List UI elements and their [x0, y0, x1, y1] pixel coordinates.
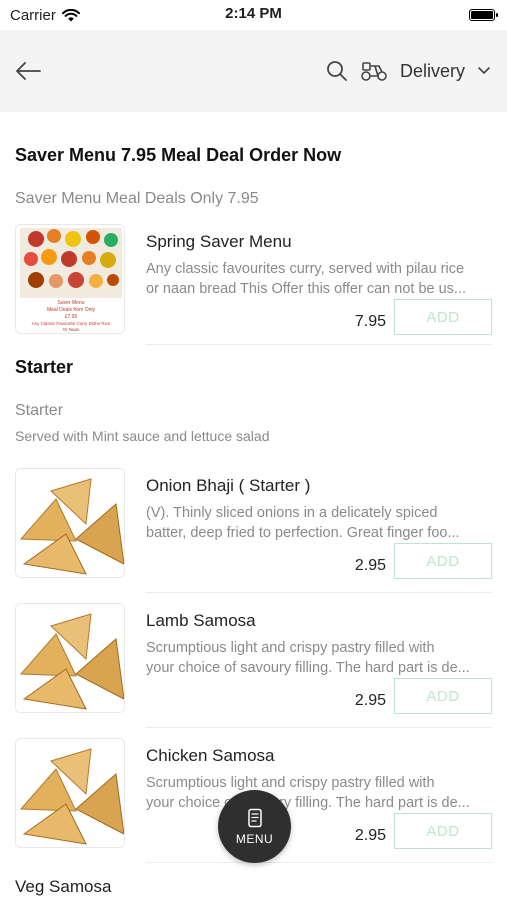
menu-item[interactable]: Saver Menu Meal Deals from Only £7.95 An… — [15, 224, 492, 344]
nav-right: Delivery — [326, 60, 491, 82]
saver-menu-image: Saver Menu Meal Deals from Only £7.95 An… — [16, 225, 124, 333]
add-button[interactable]: ADD — [394, 678, 492, 714]
item-name: Spring Saver Menu — [146, 232, 292, 251]
divider — [146, 344, 492, 345]
item-description: (V). Thinly sliced onions in a delicatel… — [146, 505, 460, 541]
samosa-image — [16, 469, 124, 577]
item-name: Chicken Samosa — [146, 746, 275, 765]
divider — [146, 592, 492, 593]
item-name: Veg Samosa — [15, 877, 112, 896]
carrier-label: Carrier — [10, 6, 56, 24]
chevron-down-icon[interactable] — [477, 66, 491, 76]
item-price: 2.95 — [354, 692, 386, 709]
scooter-icon — [361, 62, 387, 81]
item-image: Saver Menu Meal Deals from Only £7.95 An… — [15, 224, 125, 334]
section-title: Saver Menu 7.95 Meal Deal Order Now — [15, 145, 342, 165]
add-button[interactable]: ADD — [394, 543, 492, 579]
menu-content: Saver Menu 7.95 Meal Deal Order Now Save… — [0, 145, 507, 897]
divider — [146, 727, 492, 728]
section-title: Starter — [15, 357, 74, 377]
item-image — [15, 738, 125, 848]
wifi-icon — [61, 8, 80, 21]
item-image — [15, 468, 125, 578]
nav-bar: Delivery — [0, 30, 507, 112]
samosa-image — [16, 604, 124, 712]
item-name: Onion Bhaji ( Starter ) — [146, 476, 311, 495]
item-price: 2.95 — [354, 827, 386, 844]
add-button[interactable]: ADD — [394, 299, 492, 335]
image-text: £7.95 — [65, 314, 78, 320]
battery-icon — [469, 9, 498, 21]
item-description: Scrumptious light and crispy pastry fill… — [146, 640, 470, 676]
item-price: 2.95 — [354, 557, 386, 574]
status-bar: Carrier 2:14 PM — [0, 0, 507, 30]
menu-fab-button[interactable]: MENU — [218, 790, 291, 863]
delivery-mode-label[interactable]: Delivery — [400, 61, 465, 82]
section-description: Served with Mint sauce and lettuce salad — [15, 428, 270, 444]
menu-book-icon — [247, 808, 262, 827]
item-description: Scrumptious light and crispy pastry fill… — [146, 775, 470, 811]
menu-item[interactable]: Lamb Samosa Scrumptious light and crispy… — [15, 603, 492, 723]
image-text: Saver Menu — [58, 300, 85, 306]
status-left: Carrier — [10, 7, 80, 24]
search-icon[interactable] — [326, 60, 348, 82]
menu-fab-label: MENU — [235, 831, 274, 846]
add-button[interactable]: ADD — [394, 813, 492, 849]
section-subheading: Saver Menu Meal Deals Only 7.95 — [15, 190, 259, 207]
item-image — [15, 603, 125, 713]
image-text: Or Naan — [62, 327, 80, 332]
image-text: Meal Deals from Only — [47, 307, 96, 313]
menu-item[interactable]: Onion Bhaji ( Starter ) (V). Thinly slic… — [15, 468, 492, 588]
item-price: 7.95 — [354, 313, 386, 330]
image-text: Any Classic Favourite Curry Dishe Rice — [32, 321, 111, 326]
item-name: Lamb Samosa — [146, 611, 256, 630]
back-arrow-icon[interactable] — [14, 61, 42, 81]
section-subheading: Starter — [15, 402, 64, 419]
divider — [146, 862, 492, 863]
samosa-image — [16, 739, 124, 847]
status-time: 2:14 PM — [225, 5, 282, 22]
item-description: Any classic favourites curry, served wit… — [146, 261, 466, 297]
